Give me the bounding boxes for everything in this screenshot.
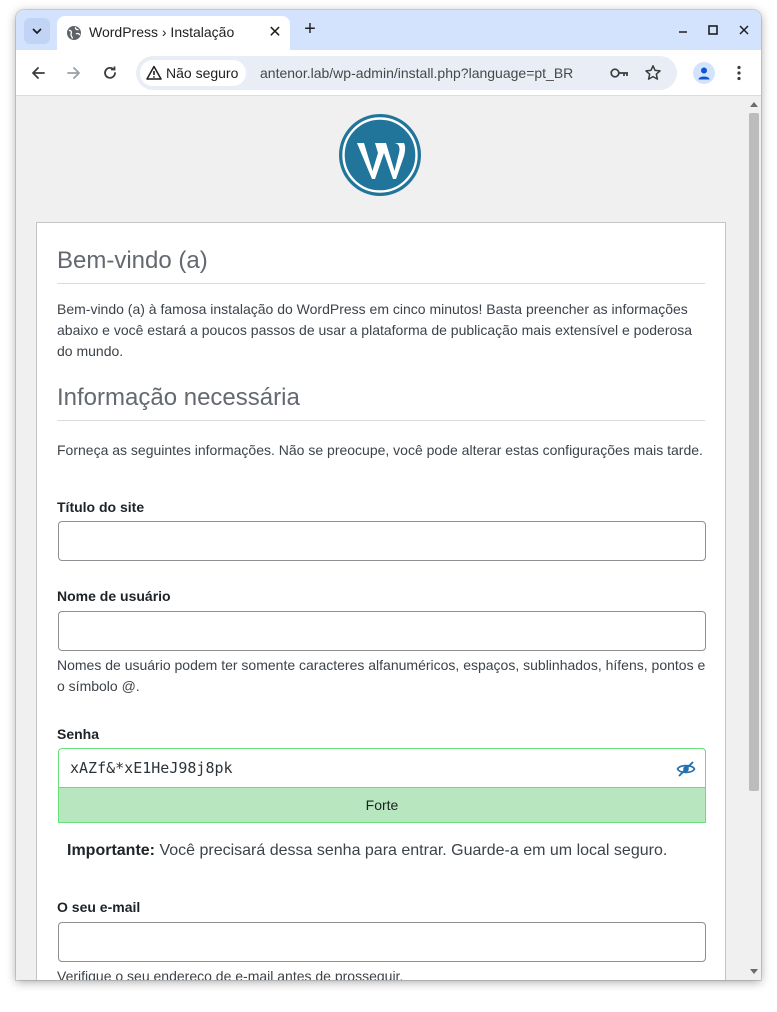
username-input[interactable] xyxy=(58,611,706,651)
important-label: Importante: xyxy=(67,842,155,859)
site-title-input[interactable] xyxy=(58,521,706,561)
tab-close-icon[interactable]: ✕ xyxy=(266,24,284,42)
profile-button[interactable] xyxy=(693,62,715,84)
page-scrollbar[interactable] xyxy=(746,97,761,980)
close-window-button[interactable] xyxy=(734,20,754,40)
forward-button[interactable] xyxy=(62,61,86,85)
password-label: Senha xyxy=(57,726,100,742)
url-text[interactable]: antenor.lab/wp-admin/install.php?languag… xyxy=(260,65,573,81)
browser-toolbar: Não seguro antenor.lab/wp-admin/install.… xyxy=(16,50,761,96)
welcome-text: Bem-vindo (a) à famosa instalação do Wor… xyxy=(57,301,693,359)
email-input[interactable] xyxy=(58,922,706,962)
scroll-thumb[interactable] xyxy=(749,113,759,791)
arrow-right-icon xyxy=(67,67,80,79)
password-value: xAZf&*xE1HeJ98j8pk xyxy=(70,759,233,777)
email-label: O seu e-mail xyxy=(57,899,141,915)
tab-wordpress-install[interactable]: WordPress › Instalação ✕ xyxy=(57,16,290,50)
tab-title: WordPress › Instalação xyxy=(89,24,235,40)
maximize-icon xyxy=(708,25,718,35)
bookmark-button[interactable] xyxy=(643,63,663,83)
security-indicator[interactable]: Não seguro xyxy=(140,60,247,86)
scroll-down-arrow[interactable] xyxy=(750,969,758,974)
password-strength-meter: Forte xyxy=(58,788,706,823)
kebab-menu-icon xyxy=(737,65,741,81)
close-icon xyxy=(739,25,749,35)
back-button[interactable] xyxy=(26,61,50,85)
site-title-label: Título do site xyxy=(57,499,145,515)
username-label: Nome de usuário xyxy=(57,588,171,604)
page-viewport: Bem-vindo (a) Bem-vindo (a) à famosa ins… xyxy=(16,97,761,980)
maximize-button[interactable] xyxy=(703,20,723,40)
important-note: Importante: Você precisará dessa senha p… xyxy=(67,842,667,860)
arrow-left-icon xyxy=(32,67,45,79)
password-key-button[interactable] xyxy=(610,63,630,83)
info-text: Forneça as seguintes informações. Não se… xyxy=(57,442,703,458)
wordpress-logo xyxy=(339,114,421,196)
tab-search-button[interactable] xyxy=(24,18,50,44)
tab-strip: WordPress › Instalação ✕ + xyxy=(16,10,761,50)
welcome-heading: Bem-vindo (a) xyxy=(57,247,705,284)
eye-slash-icon[interactable] xyxy=(676,759,696,779)
minimize-icon xyxy=(679,31,687,33)
minimize-button[interactable] xyxy=(673,20,693,40)
install-form-card: Bem-vindo (a) Bem-vindo (a) à famosa ins… xyxy=(36,222,726,980)
address-bar[interactable]: Não seguro antenor.lab/wp-admin/install.… xyxy=(136,56,677,90)
info-heading: Informação necessária xyxy=(57,384,705,421)
security-label: Não seguro xyxy=(166,65,239,81)
person-icon xyxy=(698,67,710,80)
scroll-up-arrow[interactable] xyxy=(750,102,758,107)
reload-button[interactable] xyxy=(98,61,122,85)
username-hint: Nomes de usuário podem ter somente carac… xyxy=(57,657,706,694)
important-text: Você precisará dessa senha para entrar. … xyxy=(155,842,668,859)
star-icon xyxy=(645,65,661,80)
email-hint: Verifique o seu endereço de e-mail antes… xyxy=(57,968,404,980)
browser-window: WordPress › Instalação ✕ + Não seguro an… xyxy=(16,10,761,980)
chevron-down-icon xyxy=(32,28,42,34)
key-icon xyxy=(610,68,628,78)
reload-icon xyxy=(104,66,116,79)
password-input[interactable]: xAZf&*xE1HeJ98j8pk xyxy=(58,748,706,788)
warning-icon xyxy=(146,65,162,80)
globe-icon xyxy=(67,26,81,40)
browser-menu-button[interactable] xyxy=(727,61,751,85)
new-tab-button[interactable]: + xyxy=(299,19,321,41)
